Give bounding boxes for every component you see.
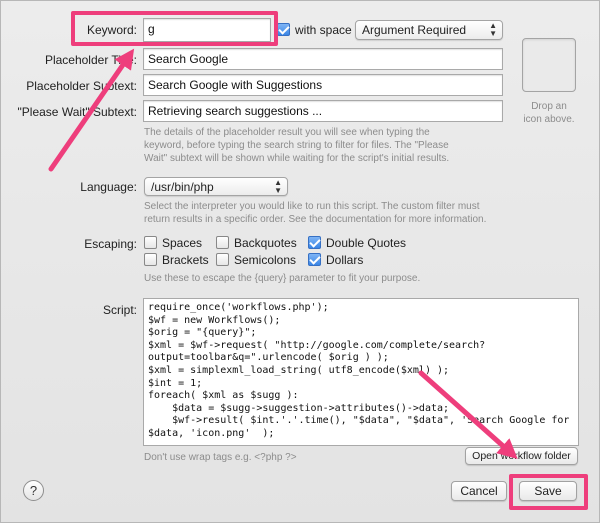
annotation-arrow-to-open-folder: [418, 370, 518, 459]
annotation-arrows: [48, 48, 518, 459]
annotation-arrow-to-keyword: [48, 48, 135, 172]
workflow-script-filter-dialog: Keyword: g with space Argument Required …: [0, 0, 600, 523]
